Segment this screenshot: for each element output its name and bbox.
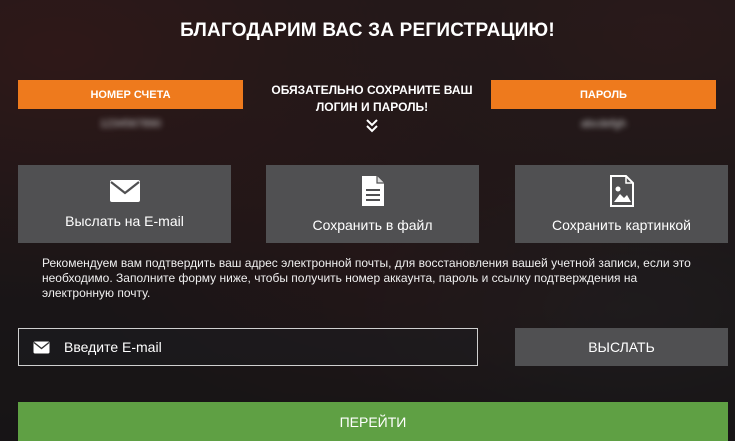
password-value: abcdefgh <box>580 118 627 130</box>
save-image-button[interactable]: Сохранить картинкой <box>515 165 728 243</box>
account-number-value: 1234567890 <box>99 118 162 130</box>
envelope-icon <box>109 180 140 202</box>
save-file-button[interactable]: Сохранить в файл <box>266 165 479 243</box>
account-number-label: НОМЕР СЧЕТА <box>18 80 243 109</box>
registration-success-panel: БЛАГОДАРИМ ВАС ЗА РЕГИСТРАЦИЮ! НОМЕР СЧЕ… <box>0 0 735 441</box>
save-credentials-notice: ОБЯЗАТЕЛЬНО СОХРАНИТЕ ВАШ ЛОГИН И ПАРОЛЬ… <box>271 83 473 114</box>
go-button[interactable]: ПЕРЕЙТИ <box>18 402 728 441</box>
email-field[interactable] <box>18 328 478 366</box>
password-label: ПАРОЛЬ <box>491 80 716 109</box>
email-recommendation-text: Рекомендуем вам подтвердить ваш адрес эл… <box>42 256 691 300</box>
save-file-label: Сохранить в файл <box>312 217 433 233</box>
double-chevron-down-icon <box>366 119 378 133</box>
page-title: БЛАГОДАРИМ ВАС ЗА РЕГИСТРАЦИЮ! <box>180 20 555 41</box>
document-icon <box>361 176 384 206</box>
send-button[interactable]: ВЫСЛАТЬ <box>515 328 728 366</box>
send-email-button[interactable]: Выслать на E-mail <box>18 165 231 243</box>
image-file-icon <box>609 175 634 207</box>
email-input[interactable] <box>64 339 444 355</box>
send-email-label: Выслать на E-mail <box>65 213 184 229</box>
envelope-icon <box>33 341 50 353</box>
save-image-label: Сохранить картинкой <box>551 217 691 233</box>
